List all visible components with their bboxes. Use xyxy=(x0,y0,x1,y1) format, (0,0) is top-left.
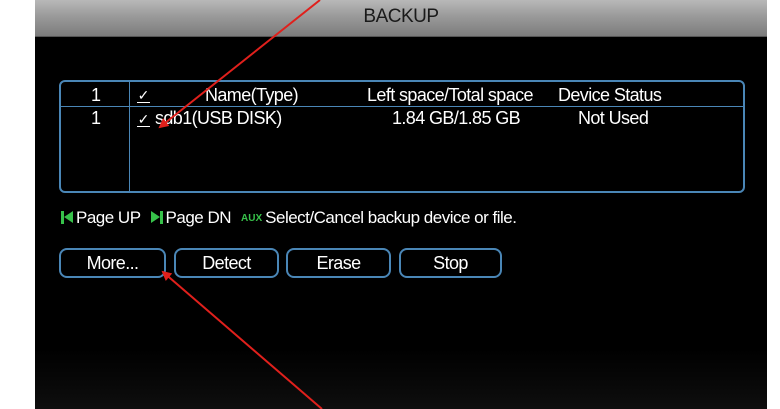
page-up-icon xyxy=(61,211,73,224)
device-select-checkbox[interactable]: ✓ xyxy=(137,112,150,127)
header-device-status: Device Status xyxy=(558,85,662,105)
row-index: 1 xyxy=(91,108,101,128)
device-name: sdb1(USB DISK) xyxy=(155,108,282,128)
page-up-label: Page UP xyxy=(76,208,141,227)
aux-hint-text: Select/Cancel backup device or file. xyxy=(265,208,517,227)
page-down-icon xyxy=(150,211,163,224)
select-all-checkbox[interactable]: ✓ xyxy=(137,88,150,103)
backup-device-table: 1 ✓ Name(Type) Left space/Total space De… xyxy=(59,80,745,193)
bottom-shade xyxy=(35,349,767,409)
header-index: 1 xyxy=(91,85,101,105)
device-status: Not Used xyxy=(578,108,649,128)
title-bar: BACKUP xyxy=(35,0,767,37)
navigation-hint: Page UP Page DN AUX Select/Cancel backup d… xyxy=(61,208,517,232)
erase-button[interactable]: Erase xyxy=(286,248,391,278)
device-space: 1.84 GB/1.85 GB xyxy=(392,108,521,128)
aux-icon: AUX xyxy=(241,213,263,224)
column-divider xyxy=(129,82,130,191)
header-left-total-space: Left space/Total space xyxy=(367,85,534,105)
more-button[interactable]: More... xyxy=(59,248,166,278)
page-down-label: Page DN xyxy=(165,208,232,227)
detect-button[interactable]: Detect xyxy=(174,248,279,278)
stop-button[interactable]: Stop xyxy=(399,248,502,278)
window-title: BACKUP xyxy=(363,6,439,27)
header-divider xyxy=(61,106,743,107)
dvr-screen: BACKUP 1 ✓ Name(Type) Left space/Total s… xyxy=(35,0,767,409)
header-name-type: Name(Type) xyxy=(205,85,299,105)
